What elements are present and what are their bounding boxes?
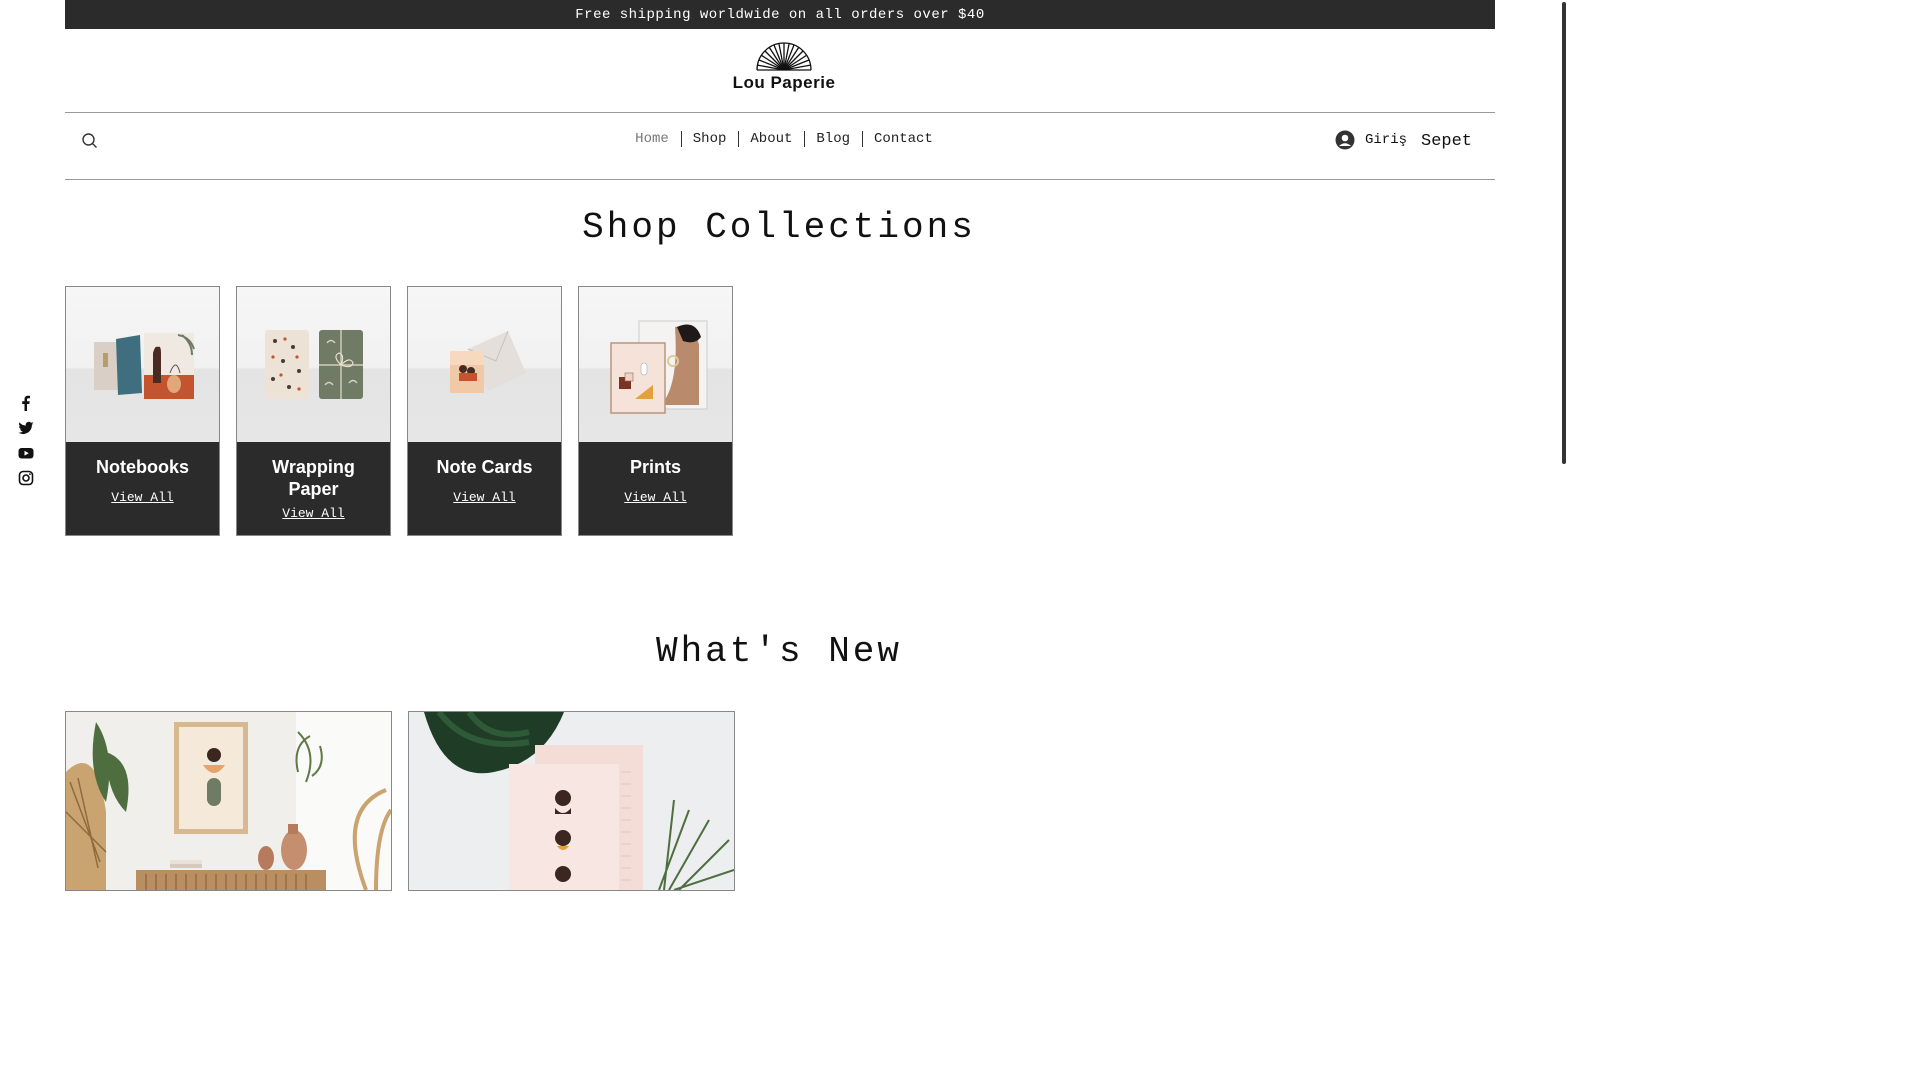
user-avatar-icon bbox=[1335, 130, 1355, 150]
collection-title: Notebooks bbox=[95, 457, 189, 477]
brand-name: Lou Paperie bbox=[732, 73, 836, 92]
section-title-whats-new: What's New bbox=[655, 631, 903, 672]
cart-button[interactable]: Sepet bbox=[1421, 132, 1472, 151]
twitter-icon[interactable] bbox=[18, 420, 34, 436]
collection-card-notebooks[interactable]: Notebooks View All bbox=[65, 286, 220, 536]
collection-title: Wrapping Paper bbox=[272, 457, 355, 499]
announcement-text: Free shipping worldwide on all orders ov… bbox=[575, 6, 985, 23]
collection-image-prints bbox=[579, 287, 732, 442]
fan-logo-icon bbox=[756, 42, 812, 71]
login-button[interactable]: Giriş bbox=[1335, 130, 1407, 150]
header-divider-top bbox=[65, 112, 1495, 113]
whats-new-grid bbox=[65, 711, 735, 891]
view-all-link[interactable]: View All bbox=[453, 490, 515, 505]
social-links bbox=[18, 395, 34, 486]
page-scrollbar-thumb[interactable] bbox=[1562, 2, 1566, 464]
cart-label: Sepet bbox=[1421, 132, 1473, 151]
facebook-icon[interactable] bbox=[18, 395, 34, 411]
nav-contact[interactable]: Contact bbox=[862, 130, 945, 148]
collection-image-note-cards bbox=[408, 287, 561, 442]
view-all-link[interactable]: View All bbox=[282, 506, 344, 521]
youtube-icon[interactable] bbox=[18, 445, 34, 461]
product-image bbox=[409, 712, 734, 890]
nav-blog[interactable]: Blog bbox=[804, 130, 862, 148]
brand-logo[interactable]: Lou Paperie bbox=[0, 42, 1568, 93]
collections-grid: Notebooks View All Wrapping Paper View A… bbox=[65, 286, 733, 536]
main-nav: Home Shop About Blog Contact bbox=[0, 130, 1568, 148]
collection-card-prints[interactable]: Prints View All bbox=[578, 286, 733, 536]
whats-new-product-2[interactable] bbox=[408, 711, 735, 891]
nav-home[interactable]: Home bbox=[623, 130, 681, 148]
announcement-bar: Free shipping worldwide on all orders ov… bbox=[65, 0, 1495, 29]
collection-card-note-cards[interactable]: Note Cards View All bbox=[407, 286, 562, 536]
view-all-link[interactable]: View All bbox=[624, 490, 686, 505]
header-divider-bottom bbox=[65, 179, 1495, 180]
section-title-collections: Shop Collections bbox=[582, 207, 976, 248]
collection-card-wrapping-paper[interactable]: Wrapping Paper View All bbox=[236, 286, 391, 536]
instagram-icon[interactable] bbox=[18, 470, 34, 486]
product-image bbox=[66, 712, 391, 890]
collection-image-wrapping-paper bbox=[237, 287, 390, 442]
nav-shop[interactable]: Shop bbox=[680, 130, 739, 148]
login-label: Giriş bbox=[1365, 132, 1408, 148]
view-all-link[interactable]: View All bbox=[111, 490, 173, 505]
nav-about[interactable]: About bbox=[738, 130, 804, 148]
whats-new-product-1[interactable] bbox=[65, 711, 392, 891]
collection-title: Note Cards bbox=[436, 457, 533, 477]
collection-title: Prints bbox=[629, 457, 681, 477]
collection-image-notebooks bbox=[66, 287, 219, 442]
